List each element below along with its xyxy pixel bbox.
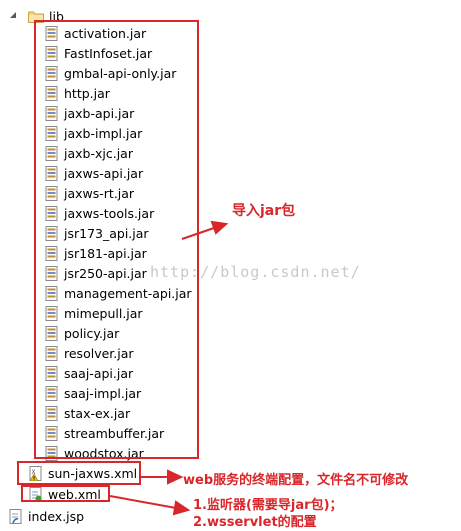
webxml-arrow-line (109, 495, 177, 509)
webxml-arrow-head (172, 500, 191, 516)
jar-note: 导入jar包 (232, 203, 296, 219)
sunjaxws-note: web服务的终端配置，文件名不可修改 (183, 473, 409, 488)
jar-arrow-line (181, 227, 215, 240)
webxml-note-line2: 2.wsservlet的配置 (193, 515, 317, 530)
sunjaxws-arrow-head (167, 469, 184, 485)
jar-arrow-head (210, 220, 229, 235)
annotation-arrows (109, 220, 229, 516)
